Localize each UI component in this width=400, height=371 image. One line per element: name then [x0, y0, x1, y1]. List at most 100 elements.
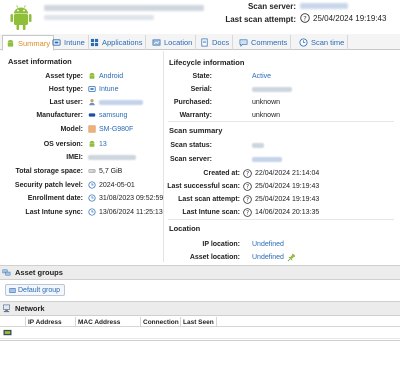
scan-server-label: Scan server:: [247, 2, 296, 11]
asset-type-link[interactable]: Android: [99, 73, 123, 80]
manufacturer-link[interactable]: samsung: [99, 112, 127, 119]
column-last-seen[interactable]: Last Seen: [181, 317, 217, 327]
tab-comments[interactable]: Comments: [236, 35, 292, 50]
android-logo-icon: [10, 5, 32, 30]
tab-bar: Summary Intune Applications Location Doc…: [0, 34, 400, 51]
row-label: Warranty:: [179, 111, 212, 119]
tab-applications[interactable]: Applications: [87, 35, 147, 50]
row-asset-location: Asset location: Undefined: [165, 251, 400, 263]
asset-groups-icon: [2, 269, 11, 276]
row-value-wrap: [252, 142, 264, 148]
pin-icon[interactable]: [287, 253, 296, 262]
row-value-wrap: [88, 154, 136, 160]
network-table-header: IP Address MAC Address Connection Last S…: [0, 316, 400, 327]
manufacturer-icon: [88, 113, 96, 117]
help-icon[interactable]: ?: [243, 194, 252, 204]
clock-icon: [88, 181, 96, 189]
row-label: OS version:: [43, 140, 83, 148]
tab-docs[interactable]: Docs: [197, 35, 234, 50]
row-last-intune-scan: Last Intune scan: ? 14/06/2024 20:13:35: [165, 206, 400, 218]
row-warranty: Warranty: unknown: [165, 109, 400, 121]
os-version-link[interactable]: 13: [99, 141, 107, 148]
column-mac-address[interactable]: MAC Address: [76, 317, 141, 327]
android-icon: [89, 140, 95, 147]
section-title: Asset information: [8, 57, 72, 66]
tab-label: Comments: [251, 38, 288, 47]
last-attempt-label: Last scan attempt:: [225, 15, 296, 24]
row-label: Total storage space:: [15, 167, 83, 175]
row-label: Created at:: [203, 169, 240, 177]
warranty-value: unknown: [252, 111, 281, 119]
column-icon-header: [0, 317, 26, 327]
asset-subtitle-redacted: [44, 15, 154, 20]
default-group-label: Default group: [18, 286, 61, 294]
row-label: Purchased:: [173, 98, 212, 106]
row-label: Last Intune sync:: [25, 208, 83, 216]
svg-text:?: ?: [246, 197, 249, 203]
android-icon: [89, 72, 95, 79]
row-value-wrap: [88, 98, 143, 106]
tab-intune[interactable]: Intune: [49, 35, 89, 50]
scan-server-redacted[interactable]: [252, 156, 282, 162]
grid-icon: [90, 38, 99, 47]
row-value-wrap: SM-G980F: [88, 125, 133, 133]
serial-redacted: [252, 86, 292, 92]
row-label: Last Intune scan:: [182, 208, 240, 216]
section-title: Scan summary: [169, 125, 223, 135]
host-type-link[interactable]: Intune: [99, 86, 118, 93]
clock-icon: [88, 194, 96, 202]
row-label: Manufacturer:: [36, 111, 83, 119]
model-icon: [88, 125, 96, 133]
created-at-value: 22/04/2024 21:14:04: [255, 169, 320, 177]
row-last-scan-attempt: Last scan attempt: ? 25/04/2024 19:19:43: [165, 193, 400, 205]
row-value-wrap: Intune: [88, 85, 118, 93]
ip-location-link[interactable]: Undefined: [252, 241, 284, 248]
row-label: Host type:: [48, 85, 83, 93]
state-link[interactable]: Active: [252, 73, 271, 80]
help-icon[interactable]: ?: [243, 168, 252, 178]
imei-redacted: [88, 154, 136, 160]
last-user-redacted[interactable]: [99, 99, 143, 105]
table-row[interactable]: [0, 327, 400, 339]
tab-label: Location: [164, 38, 193, 47]
tab-summary[interactable]: Summary: [2, 35, 55, 51]
help-icon[interactable]: ?: [243, 207, 252, 217]
row-scan-status: Scan status:: [165, 139, 400, 151]
tab-scan-time[interactable]: Scan time: [296, 35, 349, 50]
divider: [168, 219, 394, 220]
row-imei: IMEI:: [0, 151, 164, 163]
clock-icon: [88, 208, 96, 216]
column-ip-address[interactable]: IP Address: [26, 317, 76, 327]
row-model: Model: SM-G980F: [0, 123, 164, 135]
row-value-wrap: 2024-05-01: [88, 181, 135, 189]
column-connection[interactable]: Connection: [141, 317, 181, 327]
asset-location-link[interactable]: Undefined: [252, 254, 284, 261]
row-value-wrap: ? 25/04/2024 19:19:43: [243, 194, 319, 204]
row-state: State: Active: [165, 70, 400, 82]
last-intune-scan-value: 14/06/2024 20:13:35: [255, 208, 320, 216]
clock-icon: [299, 38, 308, 47]
row-value-wrap: [252, 86, 292, 92]
row-label: Serial:: [190, 85, 212, 93]
network-header[interactable]: Network: [0, 301, 400, 316]
last-intune-sync-value: 13/06/2024 11:25:13: [99, 208, 163, 216]
asset-groups-header[interactable]: Asset groups: [0, 265, 400, 280]
row-label: Asset type:: [45, 72, 83, 80]
row-ip-location: IP location: Undefined: [165, 238, 400, 250]
intune-icon: [88, 86, 96, 92]
docs-icon: [201, 38, 208, 47]
help-icon[interactable]: ?: [243, 181, 252, 191]
row-last-user: Last user:: [0, 96, 164, 108]
scan-server-value-redacted[interactable]: [300, 3, 348, 9]
row-value-wrap: Android: [88, 72, 123, 80]
tab-location[interactable]: Location: [149, 35, 197, 50]
row-label: Last scan attempt:: [178, 195, 240, 203]
asset-header: Scan server: Last scan attempt: ? 25/04/…: [0, 0, 400, 34]
row-label: Asset location:: [189, 253, 240, 261]
row-label: State:: [192, 72, 212, 80]
row-value-wrap: 13/06/2024 11:25:13: [88, 208, 163, 216]
help-icon[interactable]: ?: [300, 13, 310, 23]
model-link[interactable]: SM-G980F: [99, 126, 133, 133]
row-value-wrap: samsung: [88, 111, 127, 119]
default-group-button[interactable]: Default group: [5, 284, 66, 296]
